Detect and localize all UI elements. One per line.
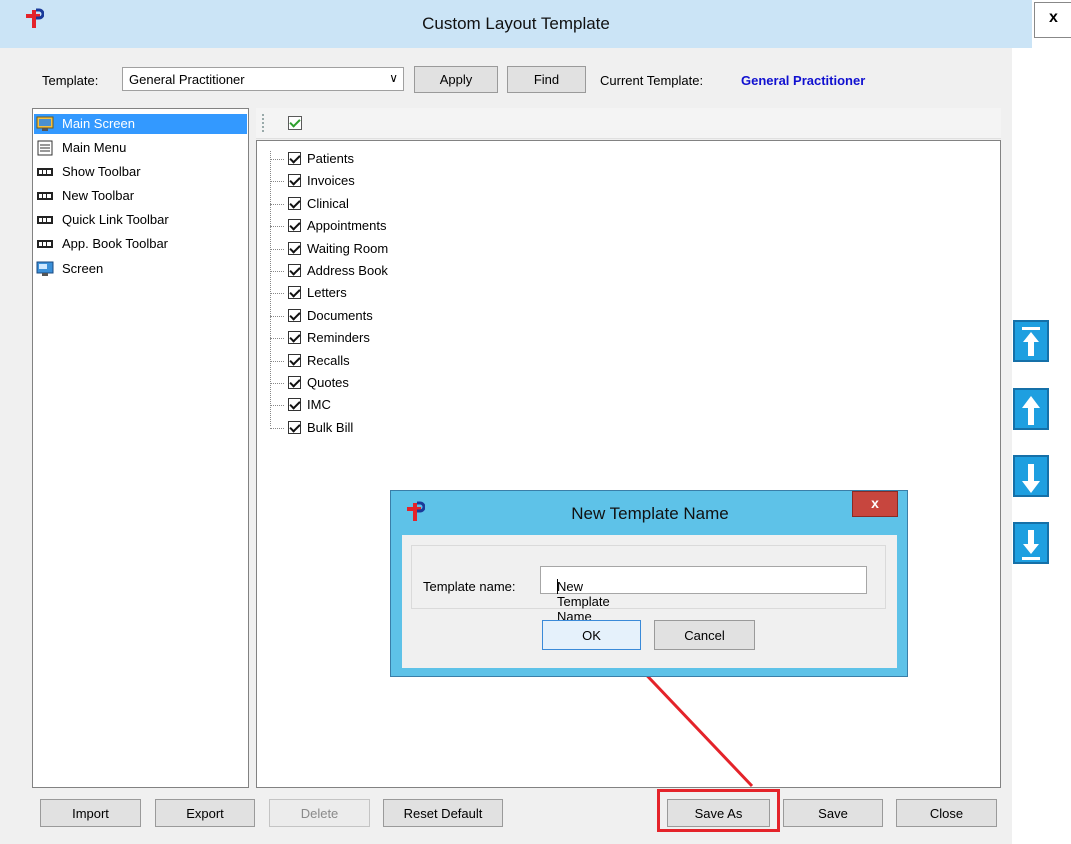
cancel-button[interactable]: Cancel [654,620,755,650]
new-template-name-dialog: New Template Name x Template name: New T… [390,490,908,677]
template-name-label: Template name: [423,579,516,594]
custom-layout-template-window: Custom Layout Template x Template: Gener… [0,0,1071,844]
dialog-body: Template name: New Template Name OK Canc… [402,535,897,668]
ok-button[interactable]: OK [542,620,641,650]
dialog-close-button[interactable]: x [852,491,898,517]
text-caret [557,579,558,594]
dialog-title: New Template Name [571,504,729,523]
template-name-input-value: New Template Name [557,579,610,624]
dialog-field-group: Template name: New Template Name [411,545,886,624]
annotation-arrow [628,655,754,788]
template-name-input[interactable]: New Template Name [540,566,867,624]
